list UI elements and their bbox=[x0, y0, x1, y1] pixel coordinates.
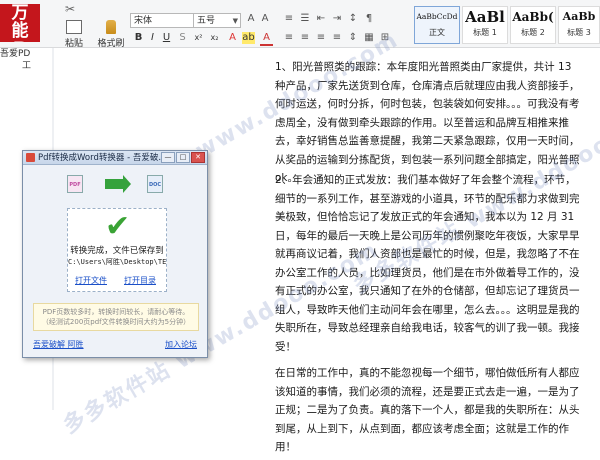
bold-icon[interactable]: B bbox=[132, 32, 145, 44]
document-paragraph: 2、年会通知的正式发放：我们基本做好了年会整个流程，环节，细节的一系列工作，甚至… bbox=[275, 174, 580, 353]
shading-icon[interactable]: ▦ bbox=[362, 32, 376, 44]
shrink-font-icon[interactable]: A bbox=[258, 13, 272, 25]
cut-button[interactable]: ✂ bbox=[56, 2, 84, 16]
app-logo: 万能PDF bbox=[0, 4, 40, 42]
style-heading-1[interactable]: AaBl 标题 1 bbox=[462, 6, 508, 44]
strikethrough-icon[interactable]: S bbox=[176, 32, 189, 44]
outdent-icon[interactable]: ⇤ bbox=[314, 13, 328, 25]
desktop-app-label[interactable]: 吾爱PD 工 bbox=[0, 48, 52, 74]
dialog-titlebar[interactable]: Pdf转换成Word转换器 - 吾爱破... — □ ✕ bbox=[23, 151, 207, 165]
ribbon: 万能PDF ✂ 粘贴 格式刷 宋体▼ 五号▼ A A B I U S x² x₂… bbox=[0, 0, 600, 49]
bullet-list-icon[interactable]: ≡ bbox=[282, 13, 296, 25]
underline-icon[interactable]: U bbox=[160, 32, 173, 44]
sort-icon[interactable]: ↕ bbox=[346, 13, 360, 25]
subscript-icon[interactable]: x₂ bbox=[208, 32, 221, 44]
pdf-converter-dialog: Pdf转换成Word转换器 - 吾爱破... — □ ✕ PDF DOC ✔ 转… bbox=[22, 150, 208, 358]
brush-icon bbox=[106, 20, 116, 34]
open-file-link[interactable]: 打开文件 bbox=[75, 275, 107, 286]
indent-icon[interactable]: ⇥ bbox=[330, 13, 344, 25]
paste-icon bbox=[66, 20, 82, 34]
close-button[interactable]: ✕ bbox=[191, 152, 205, 163]
pdf-file-icon: PDF bbox=[67, 175, 83, 193]
style-normal[interactable]: AaBbCcDd 正文 bbox=[414, 6, 460, 44]
justify-icon[interactable]: ≡ bbox=[330, 32, 344, 44]
format-painter-button[interactable]: 格式刷 bbox=[94, 20, 128, 49]
maximize-button[interactable]: □ bbox=[176, 152, 190, 163]
open-folder-link[interactable]: 打开目录 bbox=[124, 275, 156, 286]
style-heading-3[interactable]: AaBb 标题 3 bbox=[558, 6, 600, 44]
save-path: C:\Users\阿胜\Desktop\TEST\ bbox=[68, 258, 166, 266]
dialog-title: Pdf转换成Word转换器 - 吾爱破... bbox=[38, 153, 167, 163]
text-color-icon[interactable]: A bbox=[260, 32, 273, 46]
notice-text: PDF页数较多时，转换时间较长，请耐心等待。（经测试200页pdf文件转换时间大… bbox=[33, 303, 199, 331]
paste-button[interactable]: 粘贴 bbox=[60, 20, 88, 49]
status-message: 转换完成，文件已保存到 bbox=[70, 246, 164, 256]
arrow-right-icon bbox=[105, 175, 131, 193]
chevron-down-icon: ▼ bbox=[232, 17, 238, 25]
author-link[interactable]: 吾爱破解 阿胜 bbox=[33, 339, 84, 350]
minimize-button[interactable]: — bbox=[161, 152, 175, 163]
show-marks-icon[interactable]: ¶ bbox=[362, 13, 376, 25]
superscript-icon[interactable]: x² bbox=[192, 32, 205, 44]
document-page[interactable]: 1、阳光普照类的跟踪：本年度阳光普照类由厂家提供，共计 13 种产品，厂家先送货… bbox=[275, 58, 580, 460]
doc-file-icon: DOC bbox=[147, 175, 163, 193]
align-right-icon[interactable]: ≡ bbox=[314, 32, 328, 44]
conversion-graphic: PDF DOC bbox=[67, 175, 167, 195]
style-heading-2[interactable]: AaBb( 标题 2 bbox=[510, 6, 556, 44]
line-spacing-icon[interactable]: ⇕ bbox=[346, 32, 360, 44]
highlight-icon[interactable]: ab bbox=[242, 32, 255, 44]
italic-icon[interactable]: I bbox=[146, 32, 159, 44]
document-paragraph: 1、阳光普照类的跟踪：本年度阳光普照类由厂家提供，共计 13 种产品，厂家先送货… bbox=[275, 61, 580, 184]
align-center-icon[interactable]: ≡ bbox=[298, 32, 312, 44]
align-left-icon[interactable]: ≡ bbox=[282, 32, 296, 44]
join-forum-link[interactable]: 加入论坛 bbox=[165, 339, 197, 350]
document-paragraph: 在日常的工作中，真的不能忽视每一个细节，哪怕做低所有人都应该知道的事情，我们必须… bbox=[275, 367, 580, 453]
drop-zone[interactable]: ✔ 转换完成，文件已保存到 C:\Users\阿胜\Desktop\TEST\ … bbox=[67, 208, 167, 292]
checkmark-icon: ✔ bbox=[105, 209, 131, 244]
border-icon[interactable]: ⊞ bbox=[378, 32, 392, 44]
grow-font-icon[interactable]: A bbox=[244, 13, 258, 25]
font-size-select[interactable]: 五号 ▼ bbox=[193, 13, 241, 28]
font-color-icon[interactable]: A bbox=[226, 32, 239, 44]
numbered-list-icon[interactable]: ☰ bbox=[298, 13, 312, 25]
app-icon bbox=[26, 153, 35, 162]
